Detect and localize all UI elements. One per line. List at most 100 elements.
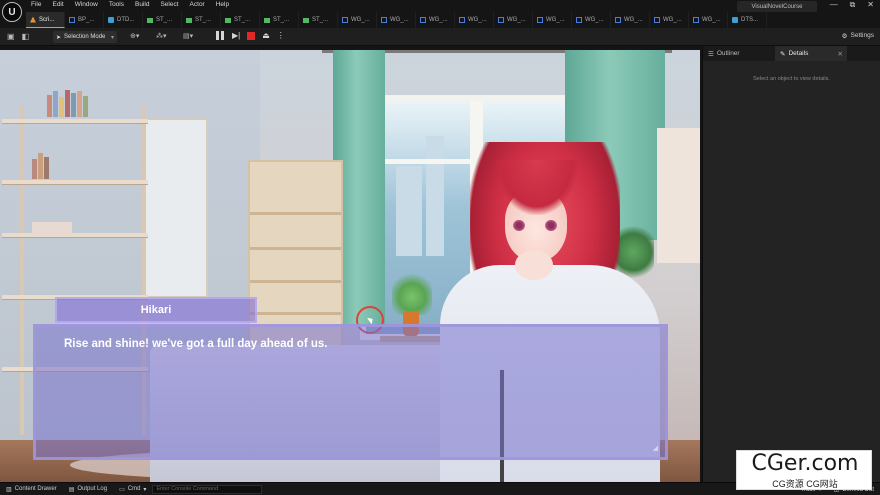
- tab-widget[interactable]: WG_...: [494, 12, 533, 28]
- title-bar: File Edit Window Tools Build Select Acto…: [0, 0, 880, 12]
- widget-icon: [420, 17, 426, 23]
- minimize-icon[interactable]: —: [830, 0, 838, 10]
- tab-widget[interactable]: WG_...: [533, 12, 572, 28]
- tab-datatable[interactable]: DTD...: [104, 12, 143, 28]
- stop-button[interactable]: [247, 31, 256, 40]
- main-toolbar: ▣ ◧ ➤ Selection Mode ▾ ⊕▾ ⁂▾ ▤▾ ▶| ⏏ ⋮ ⚙…: [0, 28, 880, 46]
- tab-struct[interactable]: ST_...: [260, 12, 299, 28]
- clapper-icon: ▤▾: [183, 33, 194, 40]
- widget-icon: [381, 17, 387, 23]
- cmd-dropdown[interactable]: ▭ Cmd ▾: [113, 483, 152, 495]
- content-drawer-button[interactable]: ▥ Content Drawer: [0, 483, 63, 495]
- details-panel: ☰ Outliner ✎ Details ✕ Select an object …: [702, 46, 880, 482]
- level-icon: [30, 16, 36, 23]
- datatable-icon: [732, 17, 738, 23]
- chevron-down-icon: ▾: [110, 34, 114, 41]
- cinematics-button[interactable]: ▤▾: [183, 32, 193, 40]
- tab-widget[interactable]: WG_...: [338, 12, 377, 28]
- add-icon: ⊕▾: [130, 33, 140, 40]
- site-watermark-logo: CGer.com CG资源 CG网站: [736, 450, 872, 490]
- widget-icon: [537, 17, 543, 23]
- menu-window[interactable]: Window: [75, 1, 98, 8]
- background-wall-art: [142, 118, 208, 298]
- datatable-icon: [108, 17, 114, 23]
- blueprint-menu-button[interactable]: ⁂▾: [156, 32, 167, 40]
- tab-widget[interactable]: WG_...: [377, 12, 416, 28]
- character-hands: [515, 250, 553, 280]
- tab-outliner[interactable]: ☰ Outliner: [703, 46, 775, 61]
- widget-icon: [693, 17, 699, 23]
- terminal-icon: ▭: [119, 486, 125, 493]
- tab-struct[interactable]: ST_...: [299, 12, 338, 28]
- details-empty-message: Select an object to view details.: [753, 76, 830, 82]
- dialog-box[interactable]: Rise and shine! we've got a full day ahe…: [33, 324, 668, 460]
- widget-icon: [654, 17, 660, 23]
- menu-build[interactable]: Build: [135, 1, 149, 8]
- widget-icon: [498, 17, 504, 23]
- tab-widget[interactable]: WG_...: [611, 12, 650, 28]
- drawer-icon: ▥: [6, 486, 12, 493]
- menu-tools[interactable]: Tools: [109, 1, 124, 8]
- tab-widget[interactable]: WG_...: [650, 12, 689, 28]
- blueprint-menu-icon: ⁂▾: [156, 33, 167, 40]
- tab-struct[interactable]: ST_...: [143, 12, 182, 28]
- unreal-logo-icon[interactable]: U: [2, 2, 22, 22]
- menu-help[interactable]: Help: [216, 1, 229, 8]
- character-eye-left: [513, 220, 525, 231]
- speaker-name-box: Hikari: [55, 297, 257, 323]
- dialog-text: Rise and shine! we've got a full day ahe…: [64, 338, 328, 350]
- play-controls: ▶| ⏏ ⋮: [216, 31, 285, 40]
- selection-mode-dropdown[interactable]: ➤ Selection Mode ▾: [53, 31, 117, 43]
- tab-widget[interactable]: WG_...: [416, 12, 455, 28]
- tab-script[interactable]: Scri...: [26, 12, 65, 28]
- more-options-icon[interactable]: ⋮: [277, 31, 285, 40]
- widget-icon: [342, 17, 348, 23]
- gear-icon: ⚙: [841, 33, 848, 40]
- settings-button[interactable]: ⚙ Settings: [842, 32, 874, 40]
- window-controls: — ⧉ ✕: [830, 0, 874, 10]
- save-icon[interactable]: ▣: [7, 32, 15, 41]
- asset-tab-bar: Scri... BP_... DTD... ST_... ST_... ST_.…: [26, 12, 880, 28]
- character-bangs: [495, 160, 579, 215]
- outliner-icon: ☰: [708, 50, 714, 58]
- tab-widget[interactable]: WG_...: [689, 12, 728, 28]
- menu-select[interactable]: Select: [160, 1, 178, 8]
- close-icon[interactable]: ✕: [867, 0, 874, 10]
- eject-icon[interactable]: ⏏: [262, 31, 270, 40]
- struct-icon: [147, 17, 153, 23]
- struct-icon: [264, 17, 270, 23]
- close-icon[interactable]: ✕: [838, 50, 843, 58]
- log-icon: ▤: [68, 486, 75, 493]
- output-log-button[interactable]: ▤ Output Log: [63, 483, 113, 495]
- menu-edit[interactable]: Edit: [52, 1, 63, 8]
- project-title: VisualNovelCourse: [737, 1, 817, 12]
- tab-widget[interactable]: WG_...: [455, 12, 494, 28]
- widget-icon: [576, 17, 582, 23]
- background-potted-plant: [392, 270, 432, 315]
- speaker-name: Hikari: [140, 304, 172, 316]
- browse-icon[interactable]: ◧: [22, 32, 30, 41]
- widget-icon: [615, 17, 621, 23]
- tab-struct[interactable]: ST_...: [221, 12, 260, 28]
- tab-struct[interactable]: ST_...: [182, 12, 221, 28]
- continue-indicator-icon: ◢: [652, 445, 658, 452]
- tab-datatable[interactable]: DTS...: [728, 12, 767, 28]
- console-command-input[interactable]: Enter Console Command: [152, 484, 263, 494]
- step-icon[interactable]: ▶|: [232, 31, 240, 40]
- game-viewport[interactable]: Hikari Rise and shine! we've got a full …: [0, 50, 700, 482]
- widget-icon: [459, 17, 465, 23]
- tab-details[interactable]: ✎ Details ✕: [775, 46, 847, 61]
- tab-blueprint[interactable]: BP_...: [65, 12, 104, 28]
- main-menu: File Edit Window Tools Build Select Acto…: [31, 1, 229, 8]
- pause-button[interactable]: [216, 31, 225, 40]
- character-eye-right: [545, 220, 557, 231]
- menu-actor[interactable]: Actor: [190, 1, 205, 8]
- blueprint-icon: [69, 17, 75, 23]
- maximize-icon[interactable]: ⧉: [850, 0, 856, 10]
- menu-file[interactable]: File: [31, 1, 41, 8]
- background-poster: [657, 128, 700, 263]
- details-icon: ✎: [780, 50, 786, 58]
- tab-widget[interactable]: WG_...: [572, 12, 611, 28]
- add-actor-button[interactable]: ⊕▾: [130, 32, 139, 40]
- struct-icon: [303, 17, 309, 23]
